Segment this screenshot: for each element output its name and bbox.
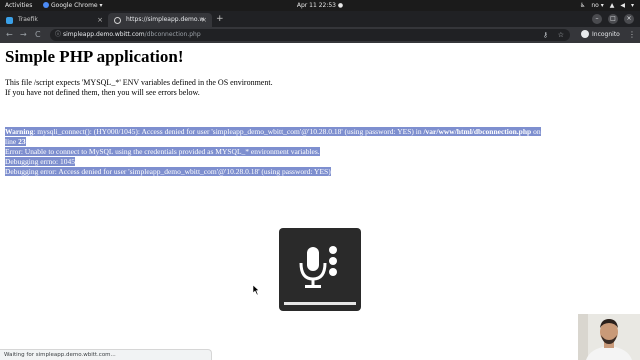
system-tray[interactable]: ♿ no ▾ ▲ ◀ ▾ [580,0,634,11]
forward-button[interactable]: → [20,29,27,41]
recording-progress-bar [284,302,356,305]
tab-title: Traefik [18,16,38,23]
window-controls: – □ × [592,14,634,24]
site-info-icon[interactable]: ⓘ [55,29,61,41]
browser-toolbar: ← → C ⓘ simpleapp.demo.wbitt.com/dbconne… [0,27,640,43]
url-host: simpleapp.demo.wbitt.com [63,31,145,38]
microphone-icon [299,246,337,288]
password-key-icon[interactable]: ⚷ [543,29,548,41]
maximize-button[interactable]: □ [608,14,618,24]
bookmark-star-icon[interactable]: ☆ [558,29,564,41]
chrome-menu-button[interactable]: ⋮ [628,29,636,41]
url-text[interactable]: simpleapp.demo.wbitt.com/dbconnection.ph… [63,29,201,41]
page-content: Simple PHP application! This file /scrip… [0,43,640,360]
power-menu-icon[interactable]: ▾ [631,0,634,11]
new-tab-button[interactable]: + [216,13,224,25]
warning-text: : mysqli_connect(): (HY000/1045): Access… [33,127,424,136]
accessibility-icon[interactable]: ♿ [580,0,585,11]
url-path: /dbconnection.php [144,31,201,38]
voice-input-widget[interactable] [279,228,361,311]
tab-close-icon[interactable]: × [97,13,103,27]
errno-text: Debugging errno: 1045 [5,157,75,166]
warning-line-number: 23 [18,137,26,146]
presenter-image [578,314,640,360]
tab-simpleapp[interactable]: https://simpleapp.demo.w × [108,13,212,27]
minimize-button[interactable]: – [592,14,602,24]
errno-line: Debugging errno: 1045 [5,157,630,167]
tab-strip: Traefik × https://simpleapp.demo.w × + –… [0,11,640,27]
language-indicator[interactable]: no ▾ [591,0,603,11]
network-icon[interactable]: ▲ [610,0,615,11]
status-bubble: Waiting for simpleapp.demo.wbitt.com... [0,349,212,360]
traefik-favicon-icon [6,17,13,24]
error-text: Error: Unable to connect to MySQL using … [5,147,320,156]
tab-close-icon[interactable]: × [201,13,207,27]
warning-on: on [531,127,541,136]
mouse-pointer-icon [253,285,260,295]
address-bar[interactable]: ⓘ simpleapp.demo.wbitt.com/dbconnection.… [50,29,570,41]
warning-file: /var/www/html/dbconnection.php [423,127,532,136]
intro-line-2: If you have not defined them, then you w… [5,88,200,97]
page-title: Simple PHP application! [5,47,184,66]
warning-line: line 23 [5,137,630,147]
warning-line-prefix: line [5,137,19,146]
debug-error-line: Debugging error: Access denied for user … [5,167,630,177]
error-line: Error: Unable to connect to MySQL using … [5,147,630,157]
incognito-icon [581,30,589,38]
intro-text: This file /script expects 'MYSQL_*' ENV … [5,78,273,98]
incognito-indicator[interactable]: Incognito [581,29,620,41]
close-window-button[interactable]: × [624,14,634,24]
volume-icon[interactable]: ◀ [620,0,625,11]
back-button[interactable]: ← [6,29,13,41]
reload-button[interactable]: C [35,29,41,41]
loading-spinner-icon [114,17,121,24]
clock[interactable]: Apr 11 22:53 ● [0,0,640,11]
webcam-overlay [578,314,640,360]
warning-label: Warning [5,127,34,136]
tab-title: https://simpleapp.demo.w [126,16,205,23]
warning-message: Warning: mysqli_connect(): (HY000/1045):… [5,127,630,137]
debug-error-text: Debugging error: Access denied for user … [5,167,331,176]
system-top-bar: Activities Google Chrome ▾ Apr 11 22:53 … [0,0,640,11]
intro-line-1: This file /script expects 'MYSQL_*' ENV … [5,78,273,87]
error-output: Warning: mysqli_connect(): (HY000/1045):… [5,127,630,177]
tab-traefik[interactable]: Traefik × [0,13,108,27]
incognito-label: Incognito [592,31,620,38]
